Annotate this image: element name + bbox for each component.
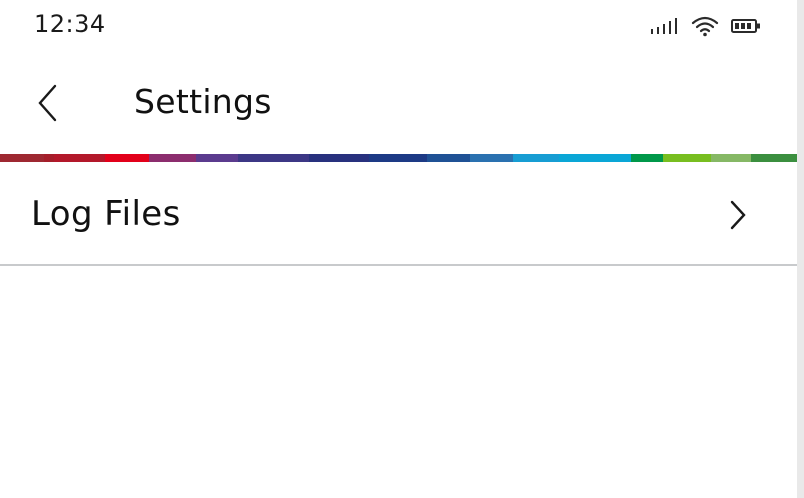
color-segment	[368, 154, 428, 162]
log-files-label: Log Files	[31, 194, 181, 234]
chevron-right-icon	[722, 196, 754, 234]
log-files-row[interactable]: Log Files	[0, 162, 797, 266]
back-button[interactable]	[26, 77, 70, 129]
app-header: Settings	[0, 52, 797, 154]
status-bar: 12:34	[0, 0, 797, 52]
status-time: 12:34	[34, 10, 106, 38]
color-segment	[53, 154, 106, 162]
chevron-left-icon	[38, 84, 57, 122]
color-segment	[663, 154, 712, 162]
color-segment	[469, 154, 513, 162]
color-segment	[512, 154, 559, 162]
brand-color-bar	[0, 154, 797, 162]
page-title: Settings	[134, 82, 272, 121]
color-segment	[105, 154, 149, 162]
color-segment	[308, 154, 369, 162]
battery-icon	[731, 19, 760, 33]
color-segment	[195, 154, 239, 162]
wifi-icon	[691, 16, 719, 37]
color-segment	[0, 154, 45, 162]
color-segment	[750, 154, 797, 162]
color-segment	[427, 154, 470, 162]
color-segment	[558, 154, 632, 162]
color-segment	[44, 154, 54, 162]
status-icons	[650, 13, 761, 39]
color-segment	[631, 154, 664, 162]
color-segment	[711, 154, 751, 162]
color-segment	[238, 154, 309, 162]
app-screen: 12:34 Settings Log Files	[0, 0, 797, 498]
color-segment	[148, 154, 196, 162]
signal-icon	[651, 18, 677, 34]
